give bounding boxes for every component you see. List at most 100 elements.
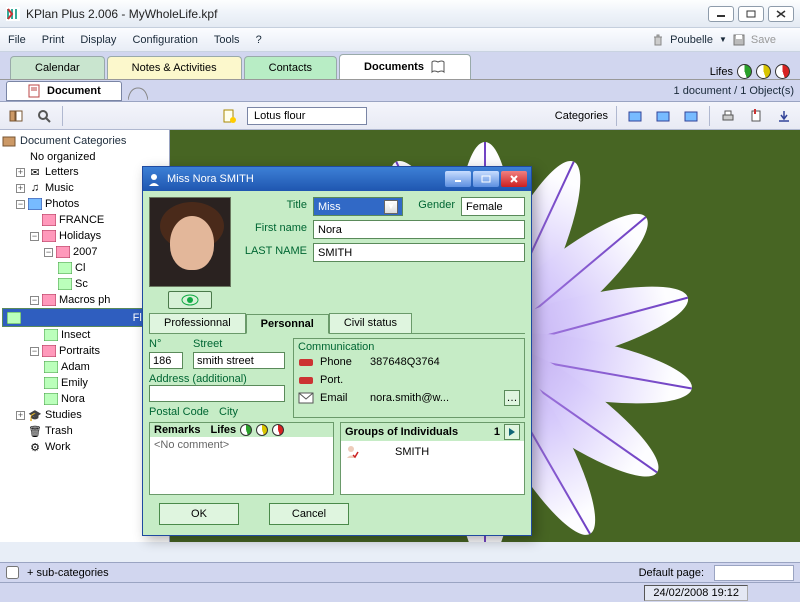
attach-button[interactable] [746, 106, 766, 126]
remarks-value: <No comment> [154, 439, 229, 451]
default-page-field[interactable] [714, 565, 794, 581]
datetime-status: 24/02/2008 19:12 [644, 585, 748, 601]
view-photo-button[interactable] [168, 291, 212, 309]
export-button[interactable] [774, 106, 794, 126]
life-yellow-icon-2[interactable] [256, 424, 268, 436]
address-add-field[interactable] [149, 385, 285, 402]
remarks-field[interactable]: <No comment> [150, 437, 333, 494]
gender-value: Female [466, 201, 503, 213]
tab-documents-label: Documents [364, 61, 424, 73]
cancel-button[interactable]: Cancel [269, 503, 349, 525]
groups-panel: Groups of Individuals 1 SMITH [340, 422, 525, 495]
groups-next-button[interactable] [504, 424, 520, 440]
gender-field[interactable]: Female [461, 197, 525, 216]
menu-save[interactable]: Save [751, 34, 776, 46]
groups-count: 1 [494, 426, 500, 438]
tab-calendar-label: Calendar [35, 62, 80, 74]
title-label: Title [239, 197, 307, 216]
ok-button[interactable]: OK [159, 503, 239, 525]
life-red-icon-2[interactable] [272, 424, 284, 436]
sub-header: Document 1 document / 1 Object(s) [0, 80, 800, 102]
dialog-titlebar[interactable]: Miss Nora SMITH [143, 167, 531, 191]
number-field[interactable]: 186 [149, 352, 183, 369]
window-close-button[interactable] [768, 6, 794, 22]
phone-icon [298, 356, 314, 368]
tab-calendar[interactable]: Calendar [10, 56, 105, 79]
person-icon [147, 172, 161, 186]
subtab-civil[interactable]: Civil status [329, 313, 412, 333]
new-doc-button[interactable] [219, 106, 239, 126]
tab-contacts[interactable]: Contacts [244, 56, 337, 79]
tab-documents[interactable]: Documents [339, 54, 471, 79]
groups-list[interactable]: SMITH [341, 441, 524, 494]
menu-configuration[interactable]: Configuration [132, 34, 197, 46]
life-red-icon[interactable] [775, 64, 790, 79]
document-icon [27, 84, 41, 98]
save-icon [733, 34, 745, 46]
life-yellow-icon[interactable] [756, 64, 771, 79]
categories-label: Categories [555, 110, 608, 122]
street-value: smith street [197, 355, 254, 367]
subtab-professional[interactable]: Professionnal [149, 313, 246, 333]
contact-dialog: Miss Nora SMITH Title Miss▼ Gender Femal… [142, 166, 532, 536]
lastname-label: LAST NAME [239, 243, 307, 262]
subcategories-label: + sub-categories [27, 567, 109, 579]
dialog-close-button[interactable] [501, 171, 527, 187]
cat-btn-2[interactable] [653, 106, 673, 126]
document-subtab-label: Document [47, 85, 101, 97]
lifes-label: Lifes [710, 66, 733, 78]
life-green-icon-2[interactable] [240, 424, 252, 436]
menu-file[interactable]: File [8, 34, 26, 46]
email-more-button[interactable]: … [504, 390, 520, 406]
tree-header: Document Categories [2, 134, 167, 148]
menu-display[interactable]: Display [80, 34, 116, 46]
document-count-status: 1 document / 1 Object(s) [674, 85, 794, 97]
cat-btn-1[interactable] [625, 106, 645, 126]
menu-print[interactable]: Print [42, 34, 65, 46]
tree-toggle-button[interactable] [6, 106, 26, 126]
tree-header-label: Document Categories [20, 135, 126, 147]
group-name: SMITH [395, 446, 429, 458]
tab-contacts-label: Contacts [269, 62, 312, 74]
menu-poubelle[interactable]: Poubelle [670, 34, 713, 46]
dropdown-arrow-icon[interactable]: ▼ [719, 35, 727, 44]
email-icon [298, 392, 314, 404]
remarks-panel: Remarks Lifes <No comment> [149, 422, 334, 495]
city-label: City [219, 406, 238, 418]
firstname-field[interactable]: Nora [313, 220, 525, 239]
book-icon [430, 59, 446, 75]
lastname-value: SMITH [318, 247, 352, 259]
contact-subtabs: Professionnal Personnal Civil status [149, 313, 525, 334]
communication-box: Communication Phone 387648Q3764 Port. Em… [293, 338, 525, 418]
status-bar: + sub-categories Default page: 24/02/200… [0, 562, 800, 602]
number-label: N° [149, 338, 183, 350]
mobile-icon [298, 374, 314, 386]
document-subtab[interactable]: Document [6, 81, 122, 101]
gender-label: Gender [409, 197, 455, 216]
firstname-value: Nora [318, 224, 342, 236]
street-field[interactable]: smith street [193, 352, 285, 369]
blank-tab-icon[interactable] [128, 82, 148, 100]
subtab-personal[interactable]: Personnal [246, 314, 329, 334]
window-minimize-button[interactable] [708, 6, 734, 22]
dialog-minimize-button[interactable] [445, 171, 471, 187]
tree-item-noorg[interactable]: No organized [2, 150, 167, 164]
menu-help[interactable]: ? [256, 34, 262, 46]
search-button[interactable] [34, 106, 54, 126]
lastname-field[interactable]: SMITH [313, 243, 525, 262]
document-name-field[interactable]: Lotus flour [247, 107, 367, 125]
life-green-icon[interactable] [737, 64, 752, 79]
cat-btn-3[interactable] [681, 106, 701, 126]
title-select[interactable]: Miss▼ [313, 197, 403, 216]
print-button[interactable] [718, 106, 738, 126]
phone-label: Phone [320, 356, 364, 368]
menu-tools[interactable]: Tools [214, 34, 240, 46]
person-check-icon [345, 445, 359, 459]
tab-notes[interactable]: Notes & Activities [107, 56, 242, 79]
email-value: nora.smith@w... [370, 392, 449, 404]
menu-bar: File Print Display Configuration Tools ?… [0, 28, 800, 52]
window-maximize-button[interactable] [738, 6, 764, 22]
address-add-label: Address (additional) [149, 373, 285, 385]
dialog-maximize-button[interactable] [473, 171, 499, 187]
subcategories-checkbox[interactable] [6, 566, 19, 579]
